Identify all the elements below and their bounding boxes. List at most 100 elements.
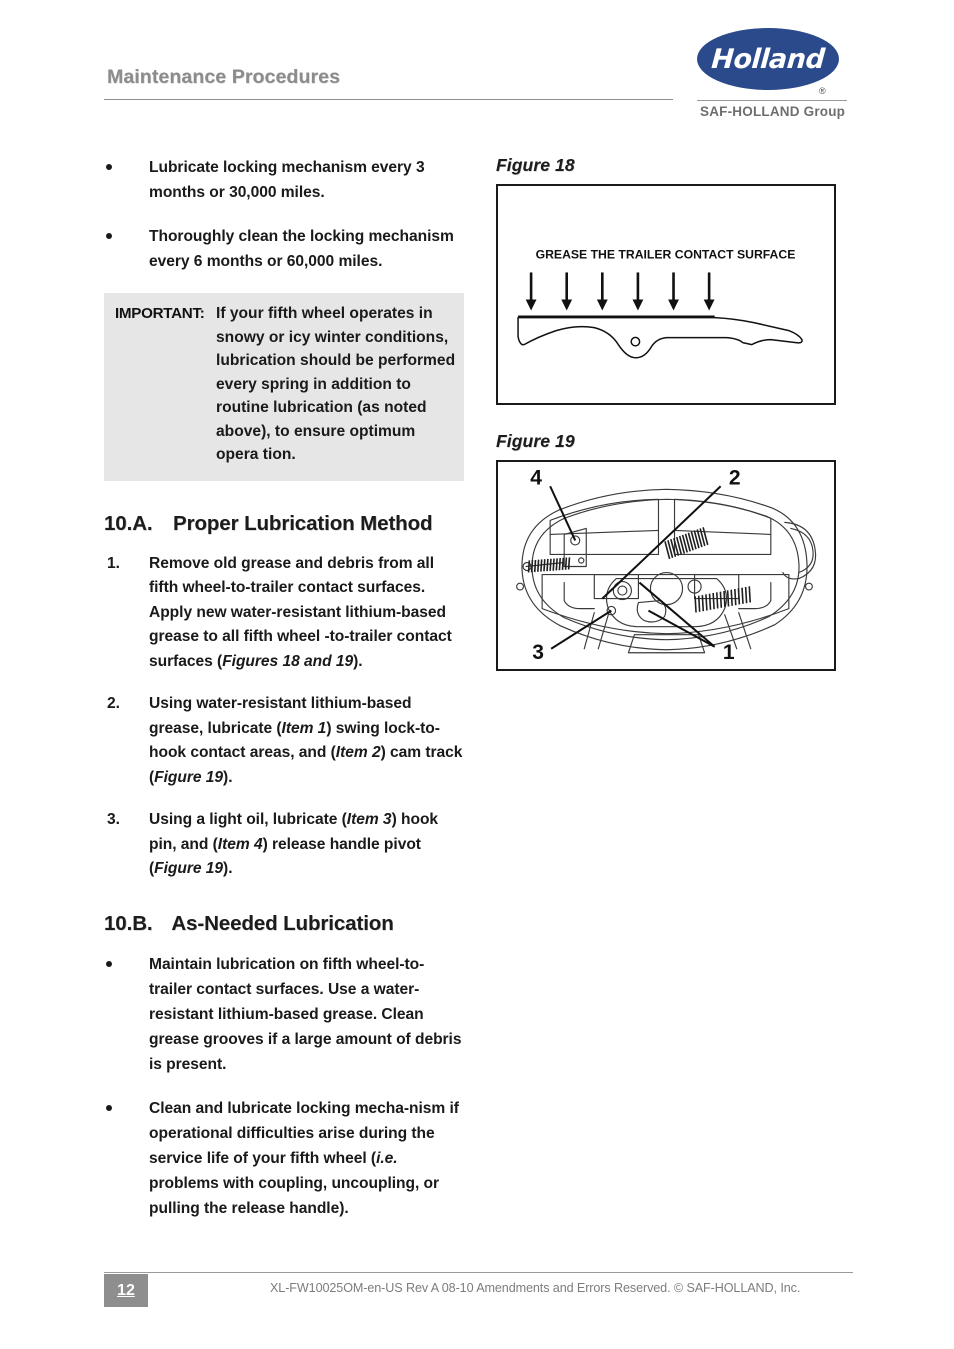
run-text: problems with coupling, uncoupling, or p…	[149, 1174, 440, 1217]
spring-coil	[543, 559, 546, 572]
spring-coil	[567, 557, 571, 570]
spring-coil	[549, 558, 552, 571]
numbered-step: 1. Remove old grease and debris from all …	[104, 552, 464, 675]
run-text: ).	[353, 652, 363, 670]
left-bushing	[516, 582, 525, 591]
bullet-dot-icon	[106, 164, 112, 170]
arrow-head-icon	[561, 299, 573, 311]
registered-trademark-icon: ®	[819, 86, 826, 96]
arrow-head-icon	[596, 299, 608, 311]
emphasis-item: Item 3	[346, 811, 392, 828]
step-text: Using a light oil, lubricate (Item 3) ho…	[149, 811, 438, 877]
logo-ellipse-shape: Holland	[697, 28, 839, 90]
spring-coil	[533, 559, 537, 573]
emphasis-reference: Figure 19	[154, 860, 224, 877]
figure-18-box: GREASE THE TRAILER CONTACT SURFACE	[496, 184, 836, 405]
lock-pivot-hole	[617, 585, 628, 596]
bullet-text: Maintain lubrication on fifth wheel-to-t…	[149, 956, 462, 1073]
section-heading-10b: 10.B. As-Needed Lubrication	[104, 908, 464, 939]
spring-coil	[723, 590, 726, 608]
important-label: IMPORTANT:	[115, 305, 205, 322]
springs-group	[527, 527, 752, 613]
section-title: As-Needed Lubrication	[171, 911, 394, 935]
important-text: If your fifth wheel operates in snowy or…	[216, 305, 456, 463]
leader-line-3	[550, 609, 612, 650]
figure-18-caption: Figure 18	[496, 155, 575, 175]
spring-coil	[712, 592, 715, 610]
page-number-badge: 12	[104, 1274, 148, 1307]
section-number: 10.A.	[104, 511, 153, 535]
callout-leader-lines	[549, 485, 722, 650]
section-title: Proper Lubrication Method	[173, 511, 433, 535]
spring-coil	[564, 557, 568, 570]
right-bushing	[804, 582, 813, 591]
left-cam-guide	[563, 581, 595, 610]
bullet-text: Thoroughly clean the locking mechanism e…	[149, 228, 454, 270]
spring-coil	[527, 560, 531, 573]
bullet-dot-icon	[106, 1104, 112, 1111]
page-title: Maintenance Procedures	[107, 66, 341, 88]
document-code-text: XL-FW10025OM-en-US Rev A 08-10 Amendment…	[270, 1281, 801, 1295]
page-number: 12	[117, 1281, 135, 1299]
list-item: Maintain lubrication on fifth wheel-to-t…	[104, 952, 464, 1077]
spring-coil	[719, 591, 723, 608]
spring-coil	[697, 595, 701, 612]
spring-coil	[737, 588, 741, 605]
important-callout-body: IMPORTANT: If your fifth wheel operates …	[112, 302, 456, 467]
run-text: ).	[223, 768, 233, 786]
lower-right-leg-2	[738, 612, 752, 650]
step-number: 2.	[107, 695, 120, 712]
spring-coil	[708, 593, 712, 610]
grease-direction-arrows	[525, 272, 715, 311]
logo-wordmark-text: Holland	[710, 43, 826, 75]
list-item: Lubricate locking mechanism every 3 mont…	[104, 155, 464, 205]
spring-coil	[530, 560, 534, 573]
emphasis-reference: Figure 19	[154, 768, 224, 786]
leader-line-1b	[647, 609, 716, 648]
arrow-head-icon	[703, 299, 715, 311]
step-text: Using water-resistant lithium-based grea…	[149, 695, 462, 786]
emphasis-item: i.e.	[376, 1149, 398, 1167]
numbered-step: 3. Using a light oil, lubricate (Item 3) …	[104, 808, 464, 882]
fifth-wheel-outer-body	[521, 488, 808, 651]
spring-coil	[546, 558, 549, 572]
leader-line-1a	[638, 581, 716, 648]
spring-coil	[561, 557, 565, 571]
spring-coil	[540, 559, 543, 572]
emphasis-item: Item 2	[335, 744, 381, 761]
logo-subtitle: SAF-HOLLAND Group	[700, 104, 846, 119]
numbered-step: 2. Using water-resistant lithium-based gr…	[104, 692, 464, 790]
callout-label-3: 3	[532, 641, 544, 664]
callout-label-1: 1	[723, 641, 735, 664]
holland-logo: Holland ® SAF-HOLLAND Group	[697, 28, 847, 119]
figure-19-illustration: 4 2 3 1	[516, 466, 817, 664]
spring-coil	[555, 558, 558, 571]
callout-label-4: 4	[530, 466, 542, 489]
section-number: 10.B.	[104, 911, 153, 935]
figure-18-illustration: GREASE THE TRAILER CONTACT SURFACE	[517, 247, 803, 359]
spring-coil	[748, 586, 752, 603]
spring-coil	[741, 587, 744, 604]
step-text: Remove old grease and debris from all fi…	[149, 555, 452, 670]
spring-coil	[694, 596, 697, 613]
arrow-head-icon	[668, 299, 679, 311]
section-heading-10a: 10.A. Proper Lubrication Method	[104, 508, 464, 539]
bullet-text: Clean and lubricate locking mecha-nism i…	[149, 1100, 459, 1217]
spring-coil	[552, 558, 555, 571]
figure-19-caption: Figure 19	[496, 431, 575, 451]
spring-coil	[701, 594, 705, 612]
run-text: Clean and lubricate locking mecha-nism i…	[149, 1099, 459, 1167]
spring-coil	[734, 588, 737, 606]
run-text: Using a light oil, lubricate (	[149, 811, 347, 828]
emphasis-item: Item 1	[281, 719, 327, 737]
bracket-fastener	[578, 557, 585, 564]
spring-coil	[726, 590, 730, 607]
figure-18-label-text: GREASE THE TRAILER CONTACT SURFACE	[536, 247, 796, 261]
section-b-bullet-list: Maintain lubrication on fifth wheel-to-t…	[104, 952, 464, 1221]
arrow-head-icon	[525, 299, 537, 311]
figure-19-box: 4 2 3 1	[496, 460, 836, 671]
spring-coil	[558, 558, 561, 571]
spring-coil	[536, 559, 540, 572]
step-number: 3.	[107, 811, 120, 828]
fifth-wheel-profile-outline	[517, 316, 803, 359]
